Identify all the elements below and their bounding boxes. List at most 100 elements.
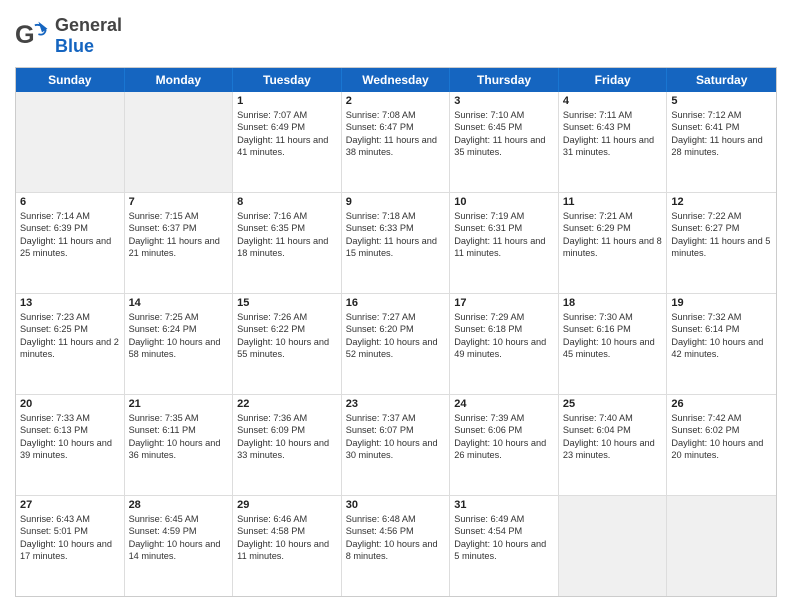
calendar-row: 6Sunrise: 7:14 AMSunset: 6:39 PMDaylight…: [16, 193, 776, 294]
day-number: 29: [237, 499, 337, 511]
calendar-cell: 25Sunrise: 7:40 AMSunset: 6:04 PMDayligh…: [559, 395, 668, 495]
sunrise-text: Sunrise: 7:12 AM: [671, 109, 772, 121]
sunrise-text: Sunrise: 6:49 AM: [454, 513, 554, 525]
sunrise-text: Sunrise: 7:14 AM: [20, 210, 120, 222]
daylight-text: Daylight: 11 hours and 5 minutes.: [671, 235, 772, 260]
day-number: 23: [346, 398, 446, 410]
sunrise-text: Sunrise: 7:40 AM: [563, 412, 663, 424]
day-number: 31: [454, 499, 554, 511]
sunset-text: Sunset: 6:11 PM: [129, 424, 229, 436]
sunrise-text: Sunrise: 7:42 AM: [671, 412, 772, 424]
sunrise-text: Sunrise: 7:22 AM: [671, 210, 772, 222]
daylight-text: Daylight: 10 hours and 17 minutes.: [20, 538, 120, 563]
calendar-cell: 6Sunrise: 7:14 AMSunset: 6:39 PMDaylight…: [16, 193, 125, 293]
calendar-cell: 1Sunrise: 7:07 AMSunset: 6:49 PMDaylight…: [233, 92, 342, 192]
sunset-text: Sunset: 6:16 PM: [563, 323, 663, 335]
daylight-text: Daylight: 10 hours and 42 minutes.: [671, 336, 772, 361]
logo-blue-text: Blue: [55, 36, 94, 56]
daylight-text: Daylight: 11 hours and 18 minutes.: [237, 235, 337, 260]
daylight-text: Daylight: 11 hours and 21 minutes.: [129, 235, 229, 260]
calendar-cell: 2Sunrise: 7:08 AMSunset: 6:47 PMDaylight…: [342, 92, 451, 192]
sunset-text: Sunset: 6:29 PM: [563, 222, 663, 234]
calendar-cell: 26Sunrise: 7:42 AMSunset: 6:02 PMDayligh…: [667, 395, 776, 495]
logo-icon: G: [15, 18, 51, 54]
sunset-text: Sunset: 6:09 PM: [237, 424, 337, 436]
sunset-text: Sunset: 6:14 PM: [671, 323, 772, 335]
calendar-cell: 14Sunrise: 7:25 AMSunset: 6:24 PMDayligh…: [125, 294, 234, 394]
day-number: 2: [346, 95, 446, 107]
sunrise-text: Sunrise: 7:26 AM: [237, 311, 337, 323]
sunrise-text: Sunrise: 7:18 AM: [346, 210, 446, 222]
calendar-cell: [16, 92, 125, 192]
day-number: 24: [454, 398, 554, 410]
svg-text:G: G: [15, 21, 35, 49]
sunrise-text: Sunrise: 6:43 AM: [20, 513, 120, 525]
day-number: 27: [20, 499, 120, 511]
day-number: 16: [346, 297, 446, 309]
sunset-text: Sunset: 6:13 PM: [20, 424, 120, 436]
calendar-row: 1Sunrise: 7:07 AMSunset: 6:49 PMDaylight…: [16, 92, 776, 193]
sunset-text: Sunset: 6:02 PM: [671, 424, 772, 436]
daylight-text: Daylight: 10 hours and 33 minutes.: [237, 437, 337, 462]
logo-general-text: General: [55, 15, 122, 35]
daylight-text: Daylight: 11 hours and 41 minutes.: [237, 134, 337, 159]
calendar-cell: 21Sunrise: 7:35 AMSunset: 6:11 PMDayligh…: [125, 395, 234, 495]
calendar-body: 1Sunrise: 7:07 AMSunset: 6:49 PMDaylight…: [16, 92, 776, 596]
calendar-cell: [667, 496, 776, 596]
calendar-cell: 30Sunrise: 6:48 AMSunset: 4:56 PMDayligh…: [342, 496, 451, 596]
calendar-cell: 23 Sunrise: 7:37 AMSunset: 6:07 PMDayligh…: [342, 395, 451, 495]
calendar-row: 27Sunrise: 6:43 AMSunset: 5:01 PMDayligh…: [16, 496, 776, 596]
day-number: 9: [346, 196, 446, 208]
calendar-cell: 29Sunrise: 6:46 AMSunset: 4:58 PMDayligh…: [233, 496, 342, 596]
calendar-cell: 17Sunrise: 7:29 AMSunset: 6:18 PMDayligh…: [450, 294, 559, 394]
daylight-text: Daylight: 10 hours and 30 minutes.: [346, 437, 446, 462]
day-number: 30: [346, 499, 446, 511]
calendar-cell: 12Sunrise: 7:22 AMSunset: 6:27 PMDayligh…: [667, 193, 776, 293]
daylight-text: Daylight: 11 hours and 35 minutes.: [454, 134, 554, 159]
sunrise-text: Sunrise: 7:15 AM: [129, 210, 229, 222]
day-number: 19: [671, 297, 772, 309]
logo: G General Blue: [15, 15, 122, 57]
calendar-row: 13Sunrise: 7:23 AMSunset: 6:25 PMDayligh…: [16, 294, 776, 395]
sunrise-text: Sunrise: 7:25 AM: [129, 311, 229, 323]
daylight-text: Daylight: 10 hours and 49 minutes.: [454, 336, 554, 361]
day-number: 10: [454, 196, 554, 208]
sunset-text: Sunset: 6:49 PM: [237, 121, 337, 133]
sunrise-text: Sunrise: 7:21 AM: [563, 210, 663, 222]
daylight-text: Daylight: 11 hours and 2 minutes.: [20, 336, 120, 361]
sunrise-text: Sunrise: 7:19 AM: [454, 210, 554, 222]
sunset-text: Sunset: 6:07 PM: [346, 424, 446, 436]
sunrise-text: Sunrise: 7:11 AM: [563, 109, 663, 121]
daylight-text: Daylight: 11 hours and 28 minutes.: [671, 134, 772, 159]
calendar-cell: [125, 92, 234, 192]
calendar-cell: 10Sunrise: 7:19 AMSunset: 6:31 PMDayligh…: [450, 193, 559, 293]
sunrise-text: Sunrise: 7:37 AM: [346, 412, 446, 424]
calendar-header: SundayMondayTuesdayWednesdayThursdayFrid…: [16, 68, 776, 92]
daylight-text: Daylight: 10 hours and 23 minutes.: [563, 437, 663, 462]
calendar-cell: 13Sunrise: 7:23 AMSunset: 6:25 PMDayligh…: [16, 294, 125, 394]
daylight-text: Daylight: 11 hours and 31 minutes.: [563, 134, 663, 159]
day-number: 28: [129, 499, 229, 511]
day-number: 26: [671, 398, 772, 410]
daylight-text: Daylight: 10 hours and 11 minutes.: [237, 538, 337, 563]
daylight-text: Daylight: 10 hours and 14 minutes.: [129, 538, 229, 563]
weekday-header: Friday: [559, 68, 668, 92]
daylight-text: Daylight: 11 hours and 25 minutes.: [20, 235, 120, 260]
sunrise-text: Sunrise: 7:29 AM: [454, 311, 554, 323]
sunrise-text: Sunrise: 6:48 AM: [346, 513, 446, 525]
weekday-header: Sunday: [16, 68, 125, 92]
sunset-text: Sunset: 6:33 PM: [346, 222, 446, 234]
sunset-text: Sunset: 6:04 PM: [563, 424, 663, 436]
sunset-text: Sunset: 4:54 PM: [454, 525, 554, 537]
sunset-text: Sunset: 6:27 PM: [671, 222, 772, 234]
calendar-cell: 15Sunrise: 7:26 AMSunset: 6:22 PMDayligh…: [233, 294, 342, 394]
calendar-cell: 31Sunrise: 6:49 AMSunset: 4:54 PMDayligh…: [450, 496, 559, 596]
daylight-text: Daylight: 11 hours and 8 minutes.: [563, 235, 663, 260]
sunset-text: Sunset: 5:01 PM: [20, 525, 120, 537]
day-number: 6: [20, 196, 120, 208]
day-number: 11: [563, 196, 663, 208]
calendar-cell: 3Sunrise: 7:10 AMSunset: 6:45 PMDaylight…: [450, 92, 559, 192]
daylight-text: Daylight: 10 hours and 36 minutes.: [129, 437, 229, 462]
calendar-cell: 11 Sunrise: 7:21 AMSunset: 6:29 PMDayligh…: [559, 193, 668, 293]
calendar-cell: 18Sunrise: 7:30 AMSunset: 6:16 PMDayligh…: [559, 294, 668, 394]
